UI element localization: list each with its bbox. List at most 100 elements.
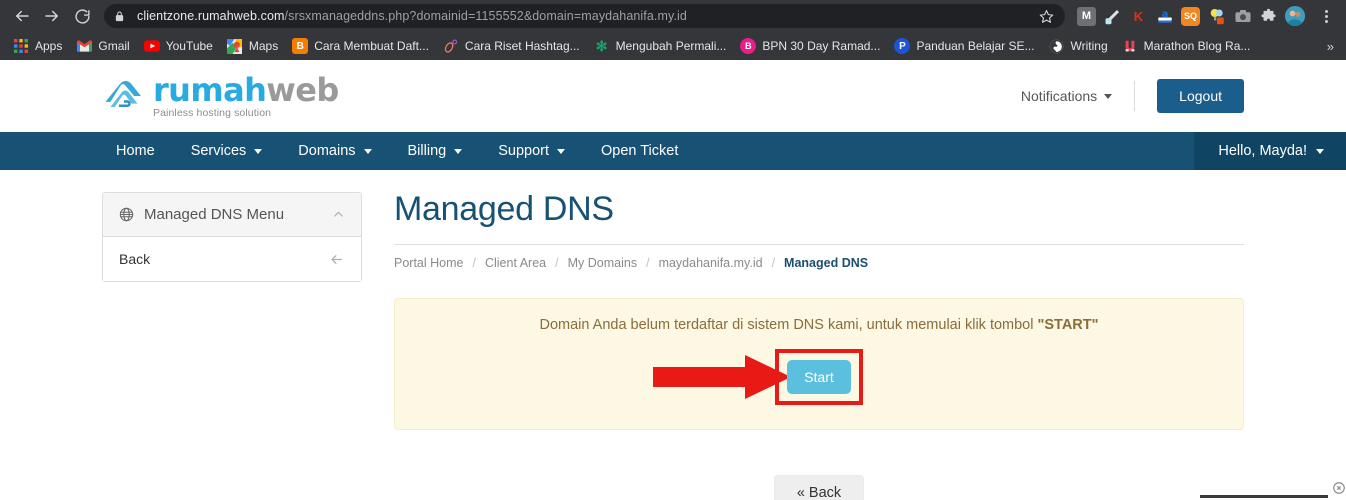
red-pointer-arrow-icon xyxy=(653,353,793,401)
alert-message-emphasis: "START" xyxy=(1037,316,1099,333)
site-header: rumahweb Painless hosting solution Notif… xyxy=(0,60,1346,132)
bookmark-mengubah-permalink[interactable]: ✻ Mengubah Permali... xyxy=(587,35,734,57)
page-body: rumahweb Painless hosting solution Notif… xyxy=(0,60,1346,500)
url-host: clientzone.rumahweb.com xyxy=(137,9,285,23)
camera-extension-icon[interactable] xyxy=(1233,7,1252,26)
logo-tagline: Painless hosting solution xyxy=(153,106,272,119)
puzzle-extensions-icon[interactable] xyxy=(1259,7,1278,26)
user-greeting-label: Hello, Mayda! xyxy=(1218,143,1307,159)
bookmark-panduan-belajar-seo[interactable]: P Panduan Belajar SE... xyxy=(887,35,1041,57)
logout-button[interactable]: Logout xyxy=(1157,79,1244,113)
sidebar-item-label: Back xyxy=(119,251,151,267)
notifications-dropdown[interactable]: Notifications xyxy=(1021,81,1136,111)
url-text: clientzone.rumahweb.com/srsxmanageddns.p… xyxy=(137,9,1031,23)
user-account-menu[interactable]: Hello, Mayda! xyxy=(1194,132,1346,170)
pen-tool-extension-icon[interactable] xyxy=(1103,7,1122,26)
globe-icon xyxy=(119,207,134,222)
breadcrumb-separator: / xyxy=(555,255,559,270)
nav-open-ticket[interactable]: Open Ticket xyxy=(583,132,696,170)
seoquake-extension-icon[interactable]: SQ xyxy=(1181,6,1200,26)
three-dot-menu-icon[interactable] xyxy=(1316,9,1336,23)
bookmark-label: Gmail xyxy=(98,39,130,53)
nav-support[interactable]: Support xyxy=(480,132,583,170)
chat-widget-bar[interactable] xyxy=(1200,495,1328,498)
reload-icon[interactable] xyxy=(68,2,96,30)
bookmark-label: Maps xyxy=(248,39,279,53)
gmail-icon xyxy=(76,38,92,54)
nav-label: Services xyxy=(190,143,247,159)
site-logo[interactable]: rumahweb Painless hosting solution xyxy=(102,74,339,119)
chat-widget-sliver[interactable] xyxy=(1200,478,1346,500)
breadcrumb-client-area[interactable]: Client Area xyxy=(485,256,546,270)
bookmarks-overflow-icon[interactable]: » xyxy=(1321,37,1340,56)
nav-services[interactable]: Services xyxy=(173,132,281,170)
close-circle-icon[interactable] xyxy=(1332,481,1346,495)
back-arrow-icon[interactable] xyxy=(8,2,36,30)
breadcrumb-managed-dns: Managed DNS xyxy=(784,255,869,270)
alert-message: Domain Anda belum terdaftar di sistem DN… xyxy=(415,317,1223,333)
bookmark-writing[interactable]: Writing xyxy=(1042,35,1115,57)
bookmark-cara-riset-hashtag[interactable]: Cara Riset Hashtag... xyxy=(436,35,587,57)
bookmark-label: Cara Riset Hashtag... xyxy=(464,39,580,53)
managed-dns-menu-panel: Managed DNS Menu Back xyxy=(102,192,362,282)
forward-arrow-icon[interactable] xyxy=(38,2,66,30)
logo-wordmark: rumahweb Painless hosting solution xyxy=(153,74,339,119)
chevron-down-icon xyxy=(557,148,565,154)
info-alert: Domain Anda belum terdaftar di sistem DN… xyxy=(394,297,1244,430)
amazon-assistant-extension-icon[interactable]: a xyxy=(1155,7,1174,26)
start-button[interactable]: Start xyxy=(787,359,851,394)
back-button-row: « Back xyxy=(394,474,1244,500)
gear-flower-icon: ✻ xyxy=(595,37,608,54)
bookmarks-bar: Apps Gmail YouTube Maps B Cara Membuat D… xyxy=(0,32,1346,60)
chevron-down-icon xyxy=(254,148,263,154)
extensions-tray: M K a SQ xyxy=(1067,6,1338,26)
alert-message-text: Domain Anda belum terdaftar di sistem DN… xyxy=(539,316,1038,333)
browser-chrome: clientzone.rumahweb.com/srsxmanageddns.p… xyxy=(0,0,1346,60)
bookmark-label: Marathon Blog Ra... xyxy=(1143,39,1251,53)
nav-domains[interactable]: Domains xyxy=(280,132,389,170)
breadcrumb: Portal Home / Client Area / My Domains /… xyxy=(394,243,1244,270)
bookmark-apps[interactable]: Apps xyxy=(6,35,69,57)
breadcrumb-separator: / xyxy=(472,255,476,270)
profile-avatar-icon[interactable] xyxy=(1285,6,1305,26)
chevron-down-icon xyxy=(454,148,463,154)
breadcrumb-domain[interactable]: maydahanifa.my.id xyxy=(659,256,763,270)
chevron-up-icon[interactable] xyxy=(332,208,345,221)
nav-label: Domains xyxy=(298,143,356,159)
bookmark-cara-membuat-daftar[interactable]: B Cara Membuat Daft... xyxy=(285,35,436,57)
lightbulb-extension-icon[interactable] xyxy=(1207,7,1226,26)
bookmark-star-icon[interactable] xyxy=(1039,9,1055,24)
nav-home[interactable]: Home xyxy=(102,132,173,170)
page-title: Managed DNS xyxy=(394,190,614,228)
breadcrumb-separator: / xyxy=(771,255,776,270)
bookmark-label: Panduan Belajar SE... xyxy=(916,39,1035,53)
address-bar[interactable]: clientzone.rumahweb.com/srsxmanageddns.p… xyxy=(104,4,1065,28)
sidebar-header[interactable]: Managed DNS Menu xyxy=(103,193,361,237)
bpn-badge-icon: B xyxy=(740,38,757,54)
bookmark-marathon-blog-ramadan[interactable]: Marathon Blog Ra... xyxy=(1115,35,1258,57)
bookmark-gmail[interactable]: Gmail xyxy=(69,35,136,57)
logo-word-web: web xyxy=(266,70,339,109)
chevron-down-icon xyxy=(363,148,372,154)
bookmark-label: YouTube xyxy=(165,39,213,53)
nav-label: Support xyxy=(498,143,549,159)
hashtag-tool-icon xyxy=(443,38,459,54)
nav-label: Billing xyxy=(407,143,447,159)
bookmark-youtube[interactable]: YouTube xyxy=(137,35,220,57)
bookmark-label: Apps xyxy=(35,39,63,53)
nav-billing[interactable]: Billing xyxy=(390,132,481,170)
bookmark-bpn-30-day-ramadan[interactable]: B BPN 30 Day Ramad... xyxy=(733,35,887,57)
breadcrumb-portal-home[interactable]: Portal Home xyxy=(394,256,463,270)
svg-text:a: a xyxy=(1161,9,1168,20)
breadcrumb-my-domains[interactable]: My Domains xyxy=(568,256,637,270)
kindle-extension-icon[interactable]: K xyxy=(1129,7,1148,26)
sidebar-item-back[interactable]: Back xyxy=(103,237,361,281)
sidebar: Managed DNS Menu Back xyxy=(102,192,362,282)
nav-label: Home xyxy=(116,143,155,159)
chevron-down-icon xyxy=(1316,148,1324,154)
youtube-icon xyxy=(143,38,160,54)
bookmark-maps[interactable]: Maps xyxy=(220,35,285,57)
back-button[interactable]: « Back xyxy=(773,474,865,500)
start-button-zone: Start xyxy=(415,348,1223,405)
gmail-extension-icon[interactable]: M xyxy=(1077,6,1096,26)
